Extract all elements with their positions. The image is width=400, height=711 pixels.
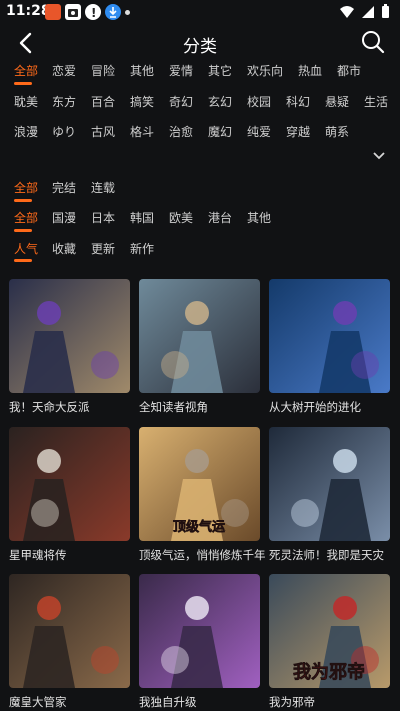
region-tag[interactable]: 国漫 <box>52 209 76 226</box>
genre-tag[interactable]: 爱情 <box>169 62 193 79</box>
figure-head <box>185 449 209 473</box>
selected-underline <box>14 82 32 85</box>
genre-tag[interactable]: 生活 <box>364 93 388 110</box>
wifi-icon <box>340 5 354 18</box>
genre-tag[interactable]: 悬疑 <box>325 93 349 110</box>
genre-tag[interactable]: 魔幻 <box>208 123 232 140</box>
genre-tag[interactable]: 校园 <box>247 93 271 110</box>
comic-title: 从大树开始的进化 <box>269 400 361 414</box>
genre-tag[interactable]: 科幻 <box>286 93 310 110</box>
genre-tag[interactable]: 百合 <box>91 93 115 110</box>
genre-tag[interactable]: 都市 <box>337 62 361 79</box>
comic-cover[interactable] <box>269 279 390 393</box>
genre-tag[interactable]: 玄幻 <box>208 93 232 110</box>
figure-head <box>37 449 61 473</box>
region-tag[interactable]: 其他 <box>247 209 271 226</box>
genre-tag[interactable]: 其它 <box>208 62 232 79</box>
comic-title: 我为邪帝 <box>269 695 315 709</box>
comic-cover[interactable]: 顶级气运 <box>139 427 260 541</box>
sort-tag[interactable]: 更新 <box>91 240 115 257</box>
comic-cover[interactable] <box>9 279 130 393</box>
genre-tag[interactable]: 东方 <box>52 93 76 110</box>
region-tag[interactable]: 韩国 <box>130 209 154 226</box>
selected-underline <box>14 229 32 232</box>
cover-accent <box>91 351 119 379</box>
genre-tag[interactable]: 全部 <box>14 62 38 79</box>
status-bar: 11:28 ! <box>0 0 400 24</box>
comic-cover[interactable] <box>269 427 390 541</box>
figure-head <box>333 449 357 473</box>
comic-title: 我！天命大反派 <box>9 400 90 414</box>
svg-text:!: ! <box>91 6 96 20</box>
genre-tag[interactable]: 搞笑 <box>130 93 154 110</box>
page-title: 分类 <box>183 37 217 57</box>
news-app-notification-icon <box>45 4 61 20</box>
region-tag[interactable]: 欧美 <box>169 209 193 226</box>
genre-tag[interactable]: 热血 <box>298 62 322 79</box>
alert-notification-icon: ! <box>85 4 101 20</box>
status-tag[interactable]: 完结 <box>52 179 76 196</box>
comic-title: 我独自升级 <box>139 695 197 709</box>
figure-head <box>37 596 61 620</box>
cover-accent <box>161 646 189 674</box>
genre-tag[interactable]: 穿越 <box>286 123 310 140</box>
figure-head <box>37 301 61 325</box>
status-tag[interactable]: 连载 <box>91 179 115 196</box>
genre-tag[interactable]: 欢乐向 <box>247 62 283 79</box>
region-tag[interactable]: 港台 <box>208 209 232 226</box>
genre-tag[interactable]: ゆり <box>52 123 76 140</box>
status-tag[interactable]: 全部 <box>14 179 38 196</box>
cover-accent <box>91 646 119 674</box>
genre-tag[interactable]: 古风 <box>91 123 115 140</box>
comic-cover[interactable] <box>9 427 130 541</box>
cover-accent <box>291 499 319 527</box>
comic-title: 魔皇大管家 <box>9 695 67 709</box>
region-tag[interactable]: 全部 <box>14 209 38 226</box>
genre-tag[interactable]: 治愈 <box>169 123 193 140</box>
figure-head <box>185 301 209 325</box>
genre-tag[interactable]: 浪漫 <box>14 123 38 140</box>
genre-tag[interactable]: 恋爱 <box>52 62 76 79</box>
top-bar: 分类 <box>0 24 400 62</box>
figure-head <box>333 596 357 620</box>
comic-cover[interactable] <box>139 574 260 688</box>
more-notifications-dot-icon <box>125 10 130 15</box>
download-notification-icon <box>105 4 121 20</box>
cover-accent <box>31 499 59 527</box>
cover-accent <box>351 351 379 379</box>
selected-underline <box>14 199 32 202</box>
genre-tag[interactable]: 其他 <box>130 62 154 79</box>
comic-cover[interactable] <box>139 279 260 393</box>
genre-tag[interactable]: 萌系 <box>325 123 349 140</box>
camera-notification-icon <box>65 4 81 20</box>
genre-tag[interactable]: 纯爱 <box>247 123 271 140</box>
genre-tag[interactable]: 奇幻 <box>169 93 193 110</box>
battery-icon <box>382 4 389 18</box>
region-tag[interactable]: 日本 <box>91 209 115 226</box>
genre-tag[interactable]: 格斗 <box>130 123 154 140</box>
comic-title: 死灵法师！我即是天灾 <box>269 548 384 562</box>
cover-accent <box>161 351 189 379</box>
sort-tag[interactable]: 收藏 <box>52 240 76 257</box>
cover-title-art: 顶级气运 <box>173 519 225 535</box>
sort-tag[interactable]: 人气 <box>14 240 38 257</box>
figure-head <box>185 596 209 620</box>
selected-underline <box>14 259 32 262</box>
sort-tag[interactable]: 新作 <box>130 240 154 257</box>
status-time: 11:28 <box>6 3 51 19</box>
search-icon[interactable] <box>360 29 386 55</box>
comic-cover[interactable] <box>9 574 130 688</box>
comic-title: 顶级气运，悄悄修炼千年 <box>139 548 266 562</box>
comic-cover[interactable]: 我为邪帝 <box>269 574 390 688</box>
cover-title-art: 我为邪帝 <box>293 661 365 683</box>
chevron-down-icon[interactable] <box>372 150 386 162</box>
figure-head <box>333 301 357 325</box>
genre-tag[interactable]: 耽美 <box>14 93 38 110</box>
comic-title: 星甲魂将传 <box>9 548 67 562</box>
genre-tag[interactable]: 冒险 <box>91 62 115 79</box>
cover-accent <box>221 499 249 527</box>
signal-icon <box>362 5 374 18</box>
comic-title: 全知读者视角 <box>139 400 208 414</box>
